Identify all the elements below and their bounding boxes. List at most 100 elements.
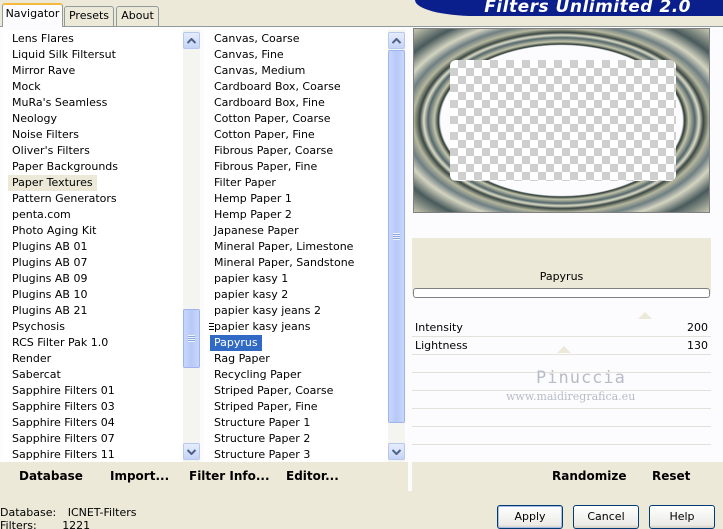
chevron-up-icon xyxy=(187,37,196,44)
category-list-item[interactable]: Liquid Silk Filtersut xyxy=(8,47,120,63)
filter-list-item[interactable]: Striped Paper, Fine xyxy=(210,399,322,415)
reset-button[interactable]: Reset xyxy=(652,469,690,483)
category-list-item[interactable]: Render xyxy=(8,351,55,367)
filter-list-item[interactable]: papier kasy jeans 2 xyxy=(210,303,325,319)
import-button[interactable]: Import... xyxy=(110,469,169,483)
filter-list-item[interactable]: papier kasy 2 xyxy=(210,287,292,303)
tab-about[interactable]: About xyxy=(116,6,159,26)
category-list-item[interactable]: Plugins AB 10 xyxy=(8,287,91,303)
param-row-empty xyxy=(412,409,711,427)
filter-info-button[interactable]: Filter Info... xyxy=(189,469,270,483)
category-list-item[interactable]: Pattern Generators xyxy=(8,191,121,207)
filter-scroll-down-button[interactable] xyxy=(388,443,405,460)
category-list-item[interactable]: Photo Aging Kit xyxy=(8,223,100,239)
status-filters: Filters: 1221 xyxy=(0,519,90,529)
category-scroll-up-button[interactable] xyxy=(183,32,200,49)
chevron-down-icon xyxy=(392,448,401,455)
tab-navigator[interactable]: Navigator xyxy=(2,3,63,27)
category-list-item[interactable]: penta.com xyxy=(8,207,75,223)
category-scroll-thumb[interactable] xyxy=(183,309,200,368)
category-list-item[interactable]: Paper Textures xyxy=(8,175,97,191)
category-list-item[interactable]: Paper Backgrounds xyxy=(8,159,122,175)
filter-list-item[interactable]: Striped Paper, Coarse xyxy=(210,383,337,399)
tab-presets[interactable]: Presets xyxy=(64,6,114,26)
chevron-down-icon xyxy=(187,448,196,455)
category-list-item[interactable]: Sapphire Filters 04 xyxy=(8,415,119,431)
randomize-button[interactable]: Randomize xyxy=(552,469,626,483)
category-list-item[interactable]: Plugins AB 07 xyxy=(8,255,91,271)
category-list-item[interactable]: Psychosis xyxy=(8,319,69,335)
category-scroll-down-button[interactable] xyxy=(183,443,200,460)
category-list-item[interactable]: RCS Filter Pak 1.0 xyxy=(8,335,112,351)
filter-list-item[interactable]: Cotton Paper, Coarse xyxy=(210,111,335,127)
status-database: Database: ICNET-Filters xyxy=(0,506,136,519)
cancel-button[interactable]: Cancel xyxy=(573,505,639,529)
filter-scrollbar[interactable] xyxy=(388,30,405,462)
category-list-item[interactable]: Plugins AB 01 xyxy=(8,239,91,255)
status-database-label: Database: xyxy=(0,506,57,519)
param-label: Lightness xyxy=(415,339,468,352)
category-list-item[interactable]: Plugins AB 21 xyxy=(8,303,91,319)
filter-list-item[interactable]: Filter Paper xyxy=(210,175,280,191)
filter-list-item[interactable]: Cardboard Box, Fine xyxy=(210,95,329,111)
status-database-value: ICNET-Filters xyxy=(67,506,137,519)
category-list-item[interactable]: Neology xyxy=(8,111,61,127)
watermark-url: www.maidiregrafica.eu xyxy=(506,390,636,403)
filter-scroll-up-button[interactable] xyxy=(388,32,405,49)
filter-list-item[interactable]: Mineral Paper, Sandstone xyxy=(210,255,358,271)
param-value: 130 xyxy=(687,339,708,352)
param-row-empty xyxy=(412,427,711,445)
editor-button[interactable]: Editor... xyxy=(286,469,339,483)
filter-list-item[interactable]: Cardboard Box, Coarse xyxy=(210,79,345,95)
category-list-item[interactable]: Plugins AB 09 xyxy=(8,271,91,287)
filter-list-item[interactable]: Japanese Paper xyxy=(210,223,303,239)
filter-preview xyxy=(413,28,710,213)
category-list-item[interactable]: Mirror Rave xyxy=(8,63,79,79)
category-list-item[interactable]: Lens Flares xyxy=(8,31,78,47)
filter-list-item[interactable]: Fibrous Paper, Fine xyxy=(210,159,321,175)
filter-list-item[interactable]: Structure Paper 2 xyxy=(210,431,314,447)
filter-list-item[interactable]: papier kasy jeans xyxy=(210,319,314,335)
filter-scroll-thumb[interactable] xyxy=(388,50,405,423)
tab-presets-label: Presets xyxy=(68,9,110,22)
category-list-item[interactable]: Sapphire Filters 07 xyxy=(8,431,119,447)
intensity-slider-marker[interactable] xyxy=(638,312,653,319)
category-list-item[interactable]: Sapphire Filters 01 xyxy=(8,383,119,399)
drag-handle-icon xyxy=(209,323,214,331)
chevron-up-icon xyxy=(392,37,401,44)
filter-list[interactable]: Canvas, Coarse Canvas, Fine Canvas, Medium… xyxy=(204,30,388,462)
filter-list-item[interactable]: Canvas, Coarse xyxy=(210,31,304,47)
lightness-slider-marker[interactable] xyxy=(557,346,572,353)
database-button[interactable]: Database xyxy=(19,469,83,483)
filter-list-item[interactable]: Mineral Paper, Limestone xyxy=(210,239,357,255)
category-scrollbar[interactable] xyxy=(183,30,200,462)
filter-list-item[interactable]: Hemp Paper 2 xyxy=(210,207,296,223)
transparent-area xyxy=(450,60,676,181)
filter-list-item[interactable]: Papyrus xyxy=(210,335,262,351)
param-label: Intensity xyxy=(415,321,463,334)
filter-list-item[interactable]: Rag Paper xyxy=(210,351,274,367)
filter-list-item[interactable]: papier kasy 1 xyxy=(210,271,292,287)
apply-button[interactable]: Apply xyxy=(497,505,563,529)
category-list[interactable]: Lens Flares Liquid Silk Filtersut Mirror R… xyxy=(2,30,183,462)
filter-list-item[interactable]: Structure Paper 3 xyxy=(210,447,314,462)
category-list-item[interactable]: Sabercat xyxy=(8,367,65,383)
preview-filter-name: Papyrus xyxy=(539,270,584,283)
category-list-item[interactable]: Mock xyxy=(8,79,45,95)
app-title: Filters Unlimited 2.0 xyxy=(484,0,691,16)
grip-icon xyxy=(188,335,195,342)
category-list-item[interactable]: Noise Filters xyxy=(8,127,83,143)
filter-list-item[interactable]: Canvas, Fine xyxy=(210,47,288,63)
filter-list-item[interactable]: Canvas, Medium xyxy=(210,63,309,79)
category-list-item[interactable]: MuRa's Seamless xyxy=(8,95,111,111)
category-list-item[interactable]: Oliver's Filters xyxy=(8,143,94,159)
filter-list-item[interactable]: Hemp Paper 1 xyxy=(210,191,296,207)
filter-list-item[interactable]: Recycling Paper xyxy=(210,367,305,383)
filter-list-item[interactable]: Cotton Paper, Fine xyxy=(210,127,319,143)
category-list-item[interactable]: Sapphire Filters 11 xyxy=(8,447,119,462)
filter-list-item[interactable]: Structure Paper 1 xyxy=(210,415,314,431)
help-button[interactable]: Help xyxy=(649,505,715,529)
filter-list-item[interactable]: Fibrous Paper, Coarse xyxy=(210,143,337,159)
param-row-intensity[interactable]: Intensity 200 xyxy=(412,319,711,337)
category-list-item[interactable]: Sapphire Filters 03 xyxy=(8,399,119,415)
